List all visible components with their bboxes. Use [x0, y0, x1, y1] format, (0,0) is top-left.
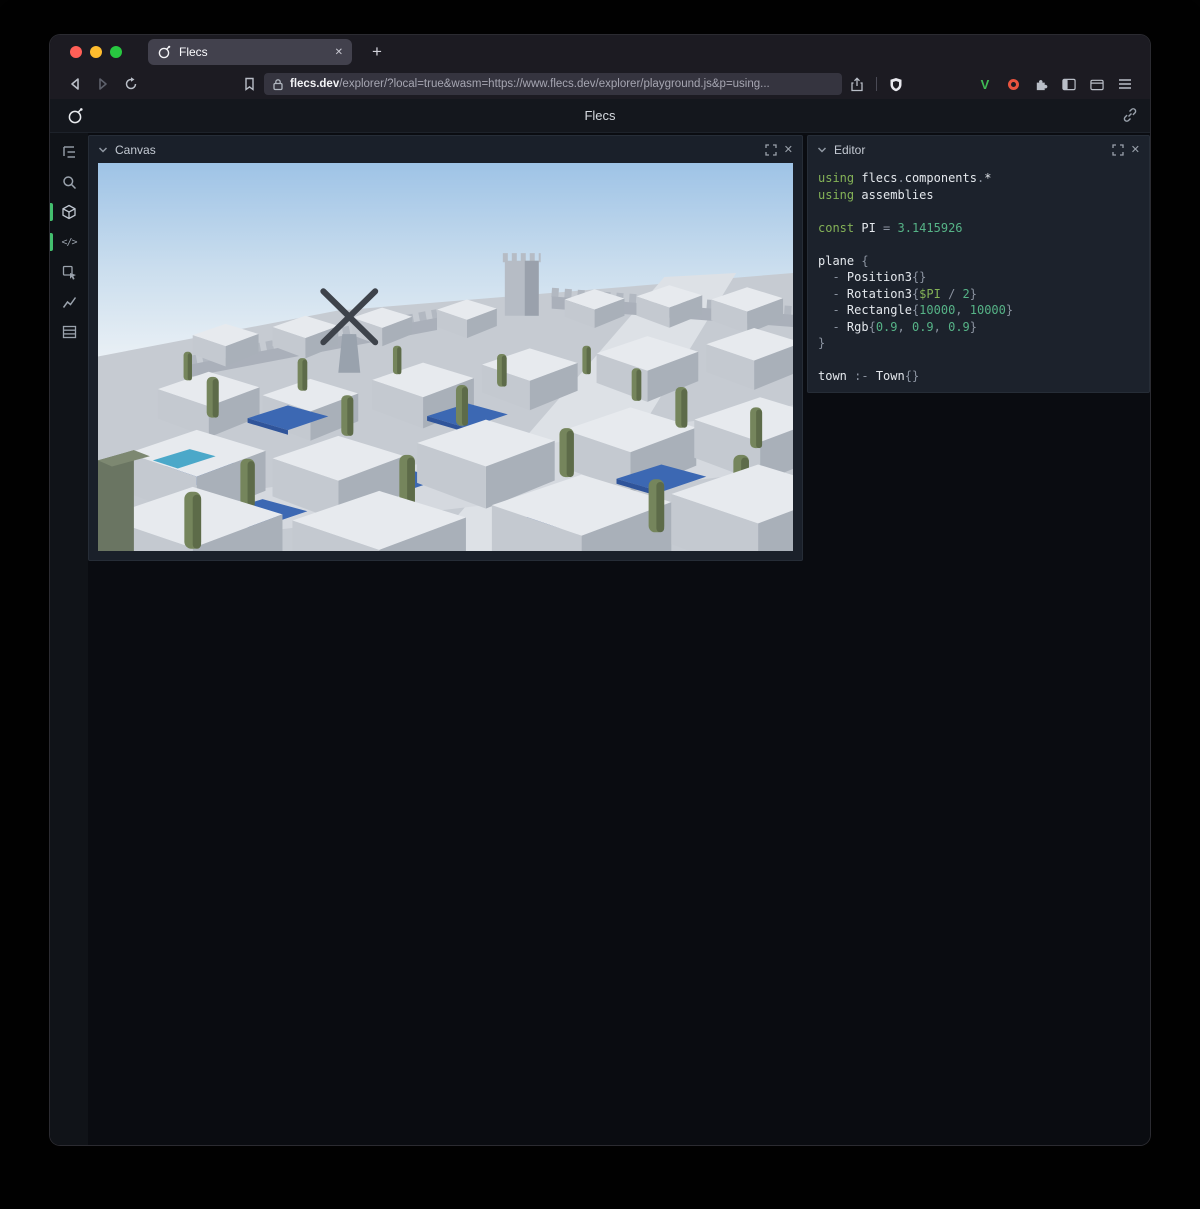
close-panel-icon[interactable]: ✕ [1131, 143, 1140, 156]
url-domain: flecs.dev [290, 78, 339, 90]
window-controls [70, 46, 122, 58]
expand-icon[interactable] [1112, 144, 1124, 156]
tab-overview-icon[interactable] [1084, 72, 1110, 96]
browser-tab-bar: Flecs ✕ + [50, 35, 1150, 69]
app-body: </> Canvas ✕ [50, 133, 1150, 1145]
tab-close-icon[interactable]: ✕ [335, 47, 343, 58]
shield-icon[interactable] [883, 72, 909, 96]
canvas-panel-title: Canvas [115, 143, 758, 157]
expand-icon[interactable] [765, 144, 777, 156]
editor-panel-header[interactable]: Editor ✕ [808, 136, 1149, 163]
code-icon: </> [61, 237, 76, 248]
canvas-panel: Canvas ✕ [88, 135, 803, 561]
lock-icon [272, 78, 284, 91]
vimium-extension-icon[interactable]: V [972, 72, 998, 96]
new-tab-button[interactable]: + [366, 41, 388, 63]
desktop-background: Flecs ✕ + [0, 0, 1200, 1209]
extensions-icon[interactable] [1028, 72, 1054, 96]
menu-icon[interactable] [1112, 72, 1138, 96]
sidebar-item-code[interactable]: </> [50, 227, 88, 257]
sidebar-item-tree[interactable] [50, 137, 88, 167]
url-bar[interactable]: flecs.dev/explorer/?local=true&wasm=http… [264, 73, 842, 95]
url-path: /explorer/?local=true&wasm=https://www.f… [339, 78, 770, 90]
active-panel-indicator [50, 203, 53, 221]
share-icon[interactable] [844, 72, 870, 96]
browser-window: Flecs ✕ + [50, 35, 1150, 1145]
flecs-favicon [157, 45, 171, 59]
bookmark-icon[interactable] [236, 72, 262, 96]
toolbar-divider [876, 77, 877, 91]
tab-title: Flecs [179, 45, 327, 59]
sidebar-item-entities[interactable] [50, 197, 88, 227]
chevron-down-icon[interactable] [817, 146, 827, 154]
sidebar-item-tables[interactable] [50, 317, 88, 347]
canvas-viewport [98, 163, 793, 551]
chevron-down-icon[interactable] [98, 146, 108, 154]
active-panel-indicator [50, 233, 53, 251]
page-title: Flecs [50, 108, 1150, 123]
sidebar-toggle-icon[interactable] [1056, 72, 1082, 96]
browser-tab-flecs[interactable]: Flecs ✕ [148, 39, 352, 65]
minimize-window-button[interactable] [90, 46, 102, 58]
close-panel-icon[interactable]: ✕ [784, 143, 793, 156]
canvas-panel-header[interactable]: Canvas ✕ [89, 136, 802, 163]
back-button[interactable] [62, 72, 88, 96]
sidebar-rail: </> [50, 133, 88, 1145]
adblock-extension-icon[interactable] [1000, 72, 1026, 96]
permalink-icon[interactable] [1122, 107, 1138, 123]
sidebar-item-inspect[interactable] [50, 257, 88, 287]
editor-panel-title: Editor [834, 143, 1105, 157]
zoom-window-button[interactable] [110, 46, 122, 58]
reload-button[interactable] [118, 72, 144, 96]
url-text: flecs.dev/explorer/?local=true&wasm=http… [290, 78, 770, 90]
close-window-button[interactable] [70, 46, 82, 58]
sidebar-item-stats[interactable] [50, 287, 88, 317]
editor-code[interactable]: using flecs.components.*using assemblies… [808, 163, 1149, 392]
canvas-3d-scene[interactable] [98, 163, 793, 551]
browser-toolbar: flecs.dev/explorer/?local=true&wasm=http… [50, 69, 1150, 99]
forward-button[interactable] [90, 72, 116, 96]
app-header: Flecs [50, 99, 1150, 133]
editor-panel: Editor ✕ using flecs.components.*using a… [807, 135, 1150, 393]
sidebar-item-search[interactable] [50, 167, 88, 197]
